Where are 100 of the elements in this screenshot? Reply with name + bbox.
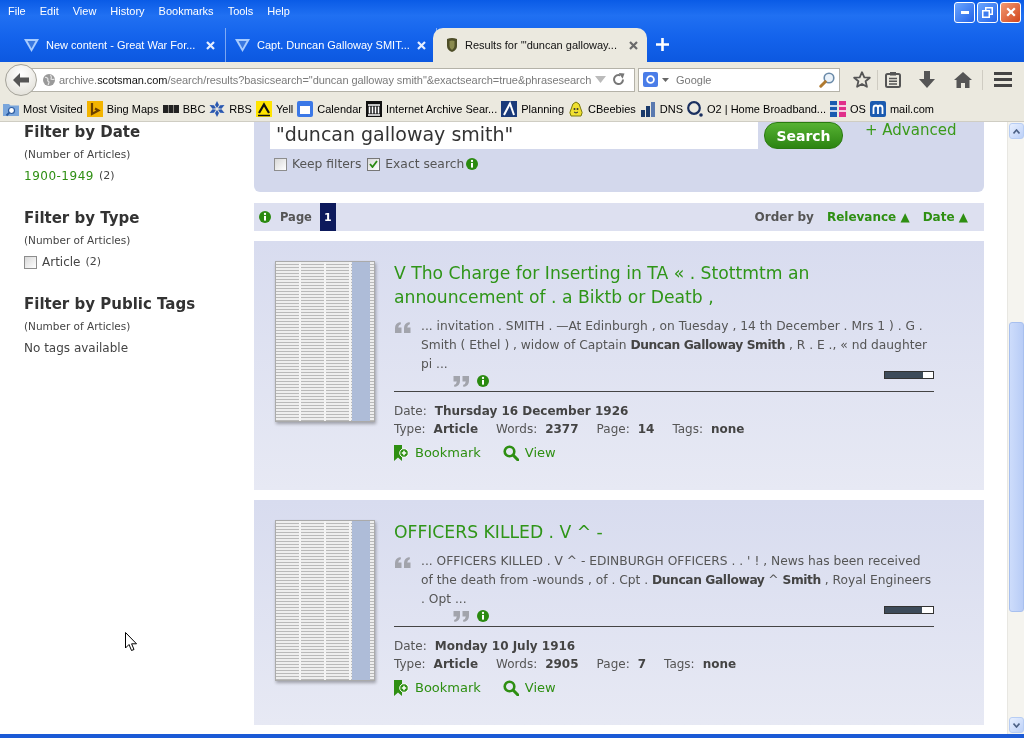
- minimize-icon: [960, 10, 969, 14]
- bookmark-item[interactable]: Calendar: [297, 101, 362, 117]
- minimize-button[interactable]: [954, 1, 975, 23]
- bookmark-item[interactable]: Bing Maps: [86, 101, 159, 117]
- bookmark-item[interactable]: DNS: [639, 101, 683, 117]
- scrollbar-thumb[interactable]: [1008, 322, 1024, 612]
- menu-item[interactable]: Tools: [227, 5, 254, 17]
- info-icon[interactable]: [477, 375, 489, 387]
- bookmark-item[interactable]: mail.com: [869, 101, 934, 117]
- bookmark-item[interactable]: RBS: [209, 101, 252, 117]
- bookmark-item[interactable]: CBeebies: [568, 101, 636, 117]
- bookmark-item[interactable]: Most Visited: [3, 101, 83, 117]
- checkbox-label[interactable]: Article: [42, 252, 81, 272]
- menu-item[interactable]: Edit: [39, 5, 59, 17]
- result-title-link[interactable]: V Tho Charge for Inserting in TA « . Stottmtm an announcement of . a Biktb or Deatb ,: [394, 261, 934, 309]
- sort-link[interactable]: Relevance ▲: [826, 210, 910, 224]
- clipboard-icon[interactable]: [885, 71, 901, 88]
- order-label: Order by: [754, 210, 814, 224]
- globe-icon: [43, 73, 55, 86]
- caret-icon[interactable]: [662, 77, 669, 82]
- scrollbar-track[interactable]: [1007, 122, 1024, 734]
- chevron-tile-icon: [255, 101, 272, 117]
- bookmark-item[interactable]: BBC: [162, 101, 206, 117]
- close-button[interactable]: [1000, 1, 1021, 23]
- bookmark-item[interactable]: Planning: [501, 101, 565, 117]
- info-icon[interactable]: [466, 158, 479, 170]
- chevron-up-icon: [1012, 128, 1020, 134]
- bookmark-add-icon: [394, 445, 409, 461]
- bars-icon: [639, 101, 656, 117]
- filter-heading: Filter by Type: [24, 208, 141, 228]
- folder-icon: [3, 101, 19, 117]
- stripes-icon: [830, 101, 847, 117]
- menu-icon[interactable]: [994, 72, 1012, 87]
- menu-item[interactable]: View: [72, 5, 97, 17]
- bookmark-link[interactable]: Bookmark: [394, 679, 481, 697]
- browser-tab[interactable]: Results for '"duncan galloway...: [433, 28, 647, 62]
- columns-tile-icon: [365, 101, 382, 117]
- search-field[interactable]: "duncan galloway smith": [270, 122, 758, 149]
- bookmark-item[interactable]: O2 | Home Broadband...: [687, 101, 827, 117]
- meta-value: 14: [637, 422, 655, 436]
- close-icon[interactable]: [629, 40, 638, 50]
- search-engine-icon[interactable]: [643, 72, 658, 87]
- empty-message: No tags available: [24, 340, 130, 357]
- meta-value: Article: [433, 657, 479, 671]
- search-field[interactable]: Google: [638, 67, 840, 92]
- page-label: Page: [280, 210, 312, 224]
- calendar-icon: [297, 101, 314, 117]
- checkbox[interactable]: [367, 157, 381, 171]
- view-link[interactable]: View: [502, 679, 556, 697]
- bookmark-item[interactable]: Internet Archive Sear...: [365, 101, 498, 117]
- info-icon[interactable]: [259, 211, 271, 223]
- meta-value: Thursday 16 December 1926: [434, 404, 629, 418]
- cursor-icon: [125, 632, 137, 652]
- close-quote-icon: [453, 610, 469, 622]
- back-button[interactable]: [5, 63, 37, 96]
- bookmark-item[interactable]: OS: [830, 101, 866, 117]
- meta-value: 2377: [545, 422, 579, 436]
- search-icon[interactable]: [819, 71, 835, 88]
- checkbox[interactable]: [274, 157, 287, 171]
- page-thumbnail[interactable]: [275, 261, 375, 422]
- scroll-down-button[interactable]: [1008, 717, 1024, 733]
- filter-count: (2): [98, 168, 115, 184]
- meta-label: Tags:: [672, 422, 703, 436]
- page-number[interactable]: 1: [319, 203, 336, 231]
- filter-count: (2): [85, 254, 102, 270]
- triangle-icon: [24, 38, 39, 52]
- shield-icon: [447, 38, 457, 52]
- search-icon: [502, 680, 519, 696]
- checkbox-label[interactable]: Exact search: [385, 157, 465, 171]
- meta-value: Article: [433, 422, 479, 436]
- download-icon[interactable]: [919, 71, 935, 88]
- restore-button[interactable]: [977, 1, 998, 23]
- checkbox-label[interactable]: Keep filters: [292, 157, 362, 171]
- filter-link[interactable]: 1900-1949: [24, 166, 94, 186]
- address-field[interactable]: archive.scotsman.com/search/results?basicsearch="duncan galloway smith"&exactsearch=true&phrasesearch: [30, 67, 635, 92]
- reload-icon[interactable]: [612, 73, 625, 86]
- meta-label: Type:: [394, 422, 426, 436]
- search-button[interactable]: Search: [764, 122, 843, 149]
- close-quote-icon: [453, 375, 469, 387]
- meta-value: 7: [637, 657, 647, 671]
- sort-link[interactable]: Date ▲: [922, 210, 968, 224]
- scroll-up-button[interactable]: [1008, 123, 1024, 139]
- page-thumbnail[interactable]: [275, 520, 375, 681]
- plus-icon[interactable]: [656, 38, 669, 51]
- meta-label: Words:: [496, 657, 538, 671]
- view-link[interactable]: View: [502, 444, 556, 462]
- checkbox[interactable]: [24, 255, 37, 269]
- filter-note: (Number of Articles): [24, 147, 132, 162]
- menu-item[interactable]: Help: [267, 5, 290, 17]
- result-title-link[interactable]: OFFICERS KILLED . V ^ -: [394, 520, 934, 544]
- home-icon[interactable]: [954, 71, 972, 88]
- menu-item[interactable]: Bookmarks: [158, 5, 214, 17]
- menu-item[interactable]: File: [8, 5, 26, 17]
- filter-heading: Filter by Public Tags: [24, 294, 197, 314]
- bookmark-item[interactable]: Yell: [255, 101, 294, 117]
- info-icon[interactable]: [477, 610, 489, 622]
- menu-item[interactable]: History: [110, 5, 145, 17]
- arches-tile-icon: [869, 101, 886, 117]
- star-icon[interactable]: [853, 71, 871, 88]
- bookmark-link[interactable]: Bookmark: [394, 444, 481, 462]
